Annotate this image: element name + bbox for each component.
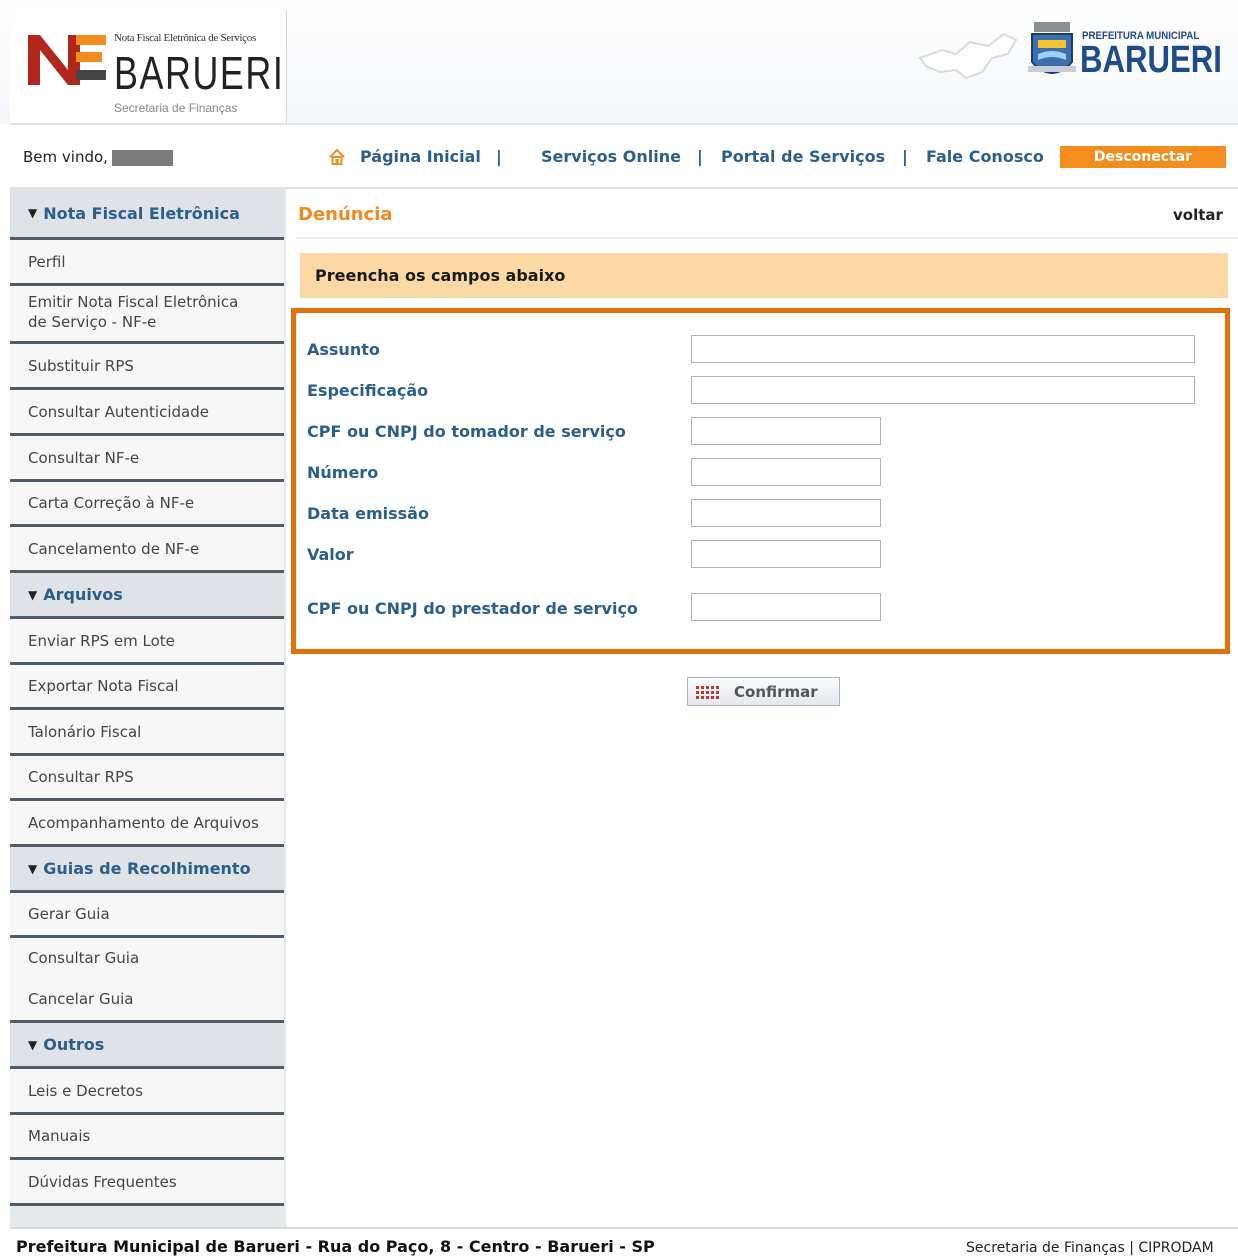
logo-caption: Nota Fiscal Eletrônica de Serviços	[114, 32, 256, 44]
sidebar-item-enviar-rps[interactable]: Enviar RPS em Lote	[10, 619, 284, 665]
sidebar-menu: ▼ Nota Fiscal Eletrônica Perfil Emitir N…	[10, 189, 286, 1227]
cpf-tomador-label: CPF ou CNPJ do tomador de serviço	[307, 422, 626, 441]
sidebar-section-label: Outros	[43, 1035, 105, 1054]
chevron-down-icon: ▼	[28, 587, 38, 602]
nav-servicos-online-link[interactable]: Serviços Online	[541, 147, 681, 166]
city-map-icon	[918, 32, 1018, 80]
cpf-prestador-input[interactable]	[691, 593, 881, 621]
confirm-label: Confirmar	[734, 682, 818, 701]
sidebar-item-emitir-nfe[interactable]: Emitir Nota Fiscal Eletrônica de Serviço…	[10, 286, 284, 344]
confirm-button[interactable]: Confirmar	[687, 677, 840, 706]
footer-divider	[10, 1227, 1238, 1229]
nav-portal-servicos-link[interactable]: Portal de Serviços	[721, 147, 885, 166]
sidebar-item-leis-decretos[interactable]: Leis e Decretos	[10, 1069, 284, 1115]
sidebar-item-cancelar-guia[interactable]: Cancelar Guia	[10, 978, 284, 1023]
home-icon[interactable]	[328, 148, 346, 166]
data-emissao-label: Data emissão	[307, 504, 429, 523]
sidebar-item-perfil[interactable]: Perfil	[10, 240, 284, 286]
numero-input[interactable]	[691, 458, 881, 486]
chevron-down-icon: ▼	[28, 206, 38, 220]
barueri-crest-icon	[1028, 22, 1076, 74]
sidebar-item-consultar-rps[interactable]: Consultar RPS	[10, 756, 284, 801]
sidebar-item-cancelamento-nfe[interactable]: Cancelamento de NF-e	[10, 527, 284, 573]
sidebar-item-label: de Serviço - NF-e	[28, 313, 157, 331]
nav-fale-conosco-link[interactable]: Fale Conosco	[926, 147, 1044, 166]
sidebar-item-substituir-rps[interactable]: Substituir RPS	[10, 344, 284, 390]
sidebar-item-label: Emitir Nota Fiscal Eletrônica	[28, 293, 239, 311]
sidebar-item-talonario[interactable]: Talonário Fiscal	[10, 710, 284, 756]
logout-button[interactable]: Desconectar	[1060, 146, 1226, 168]
nav-separator: |	[697, 147, 703, 166]
back-link[interactable]: voltar	[1173, 206, 1223, 224]
valor-input[interactable]	[691, 540, 881, 568]
sidebar-item-duvidas[interactable]: Dúvidas Frequentes	[10, 1160, 284, 1206]
welcome-text: Bem vindo,	[23, 148, 108, 166]
sidebar-section-nota-fiscal[interactable]: ▼ Nota Fiscal Eletrônica	[10, 189, 284, 240]
sidebar-section-outros[interactable]: ▼ Outros	[10, 1023, 284, 1069]
sidebar-item-acompanhamento[interactable]: Acompanhamento de Arquivos	[10, 801, 284, 847]
prefeitura-title: BARUERI	[1080, 39, 1222, 81]
numero-label: Número	[307, 463, 379, 482]
instruction-banner: Preencha os campos abaixo	[300, 253, 1228, 298]
sidebar-item-gerar-guia[interactable]: Gerar Guia	[10, 893, 284, 938]
valor-label: Valor	[307, 545, 354, 564]
grid-icon	[696, 685, 719, 699]
especificacao-input[interactable]	[691, 376, 1195, 404]
header-banner: Nota Fiscal Eletrônica de Serviços BARUE…	[0, 0, 1238, 125]
cpf-tomador-input[interactable]	[691, 417, 881, 445]
logo-title: BARUERI	[114, 47, 285, 99]
sidebar-section-label: Nota Fiscal Eletrônica	[43, 203, 240, 223]
sidebar-item-carta-correcao[interactable]: Carta Correção à NF-e	[10, 482, 284, 527]
logo-subtitle: Secretaria de Finanças	[114, 101, 238, 115]
nav-separator: |	[902, 147, 908, 166]
sidebar-section-label: Guias de Recolhimento	[43, 859, 251, 878]
footer-credit: Secretaria de Finanças | CIPRODAM	[966, 1240, 1214, 1256]
title-divider	[296, 237, 1238, 239]
sidebar-item-consultar-guia[interactable]: Consultar Guia	[10, 938, 284, 978]
chevron-down-icon: ▼	[28, 861, 38, 876]
nav-home-link[interactable]: Página Inicial	[360, 147, 481, 166]
assunto-input[interactable]	[691, 335, 1195, 363]
sidebar-item-manuais[interactable]: Manuais	[10, 1115, 284, 1160]
cpf-prestador-label: CPF ou CNPJ do prestador de serviço	[307, 599, 638, 618]
username-redacted	[112, 150, 173, 166]
nfe-logo-mark	[28, 35, 106, 85]
data-emissao-input[interactable]	[691, 499, 881, 527]
sidebar-section-arquivos[interactable]: ▼ Arquivos	[10, 573, 284, 619]
nfe-logo[interactable]: Nota Fiscal Eletrônica de Serviços BARUE…	[10, 10, 287, 124]
assunto-label: Assunto	[307, 340, 380, 359]
sidebar-item-exportar-nota[interactable]: Exportar Nota Fiscal	[10, 665, 284, 710]
page-title: Denúncia	[298, 204, 393, 225]
especificacao-label: Especificação	[307, 381, 429, 400]
footer-address: Prefeitura Municipal de Barueri - Rua do…	[16, 1237, 655, 1256]
chevron-down-icon: ▼	[28, 1037, 38, 1052]
sidebar-item-consultar-autenticidade[interactable]: Consultar Autenticidade	[10, 390, 284, 436]
sidebar-section-label: Arquivos	[43, 585, 123, 604]
sidebar-section-guias[interactable]: ▼ Guias de Recolhimento	[10, 847, 284, 893]
nav-separator: |	[496, 147, 502, 166]
sidebar-item-consultar-nfe[interactable]: Consultar NF-e	[10, 436, 284, 482]
